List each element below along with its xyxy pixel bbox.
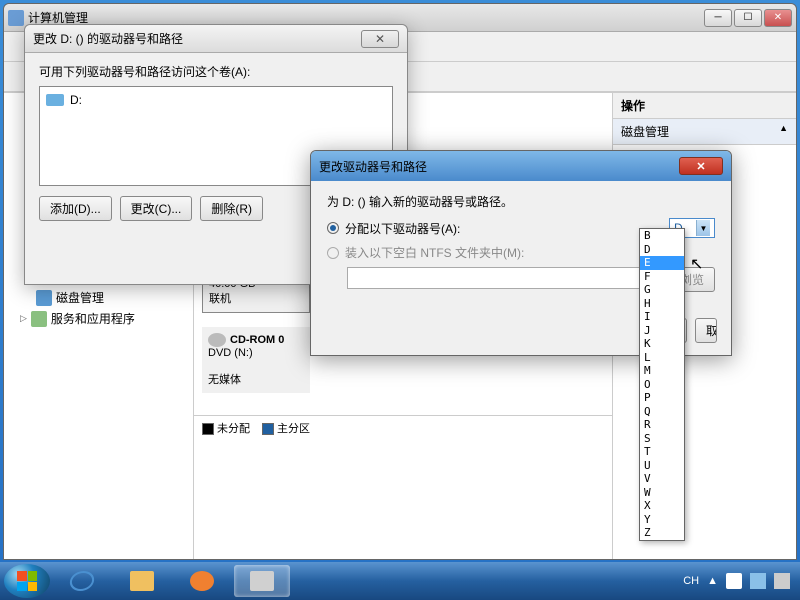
action-center-icon[interactable] (726, 573, 742, 589)
language-indicator[interactable]: CH (683, 575, 699, 587)
dropdown-option[interactable]: I (640, 310, 684, 324)
expand-icon[interactable]: ▷ (20, 313, 27, 324)
dialog1-close-button[interactable]: ✕ (361, 30, 399, 48)
dialog1-titlebar[interactable]: 更改 D: () 的驱动器号和路径 ✕ (25, 25, 407, 53)
disk-icon (36, 290, 52, 306)
cdrom-icon (208, 333, 226, 347)
radio-assign-letter[interactable] (327, 222, 339, 234)
dialog1-title: 更改 D: () 的驱动器号和路径 (33, 30, 361, 47)
maximize-button[interactable]: ☐ (734, 9, 762, 27)
dropdown-option[interactable]: S (640, 432, 684, 446)
dialog2-titlebar[interactable]: 更改驱动器号和路径 ✕ (311, 151, 731, 181)
legend: 未分配 主分区 (194, 415, 612, 440)
remove-button[interactable]: 删除(R) (200, 196, 263, 221)
dropdown-option[interactable]: Z (640, 526, 684, 540)
close-button[interactable]: ✕ (764, 9, 792, 27)
desktop: 计算机管理 ─ ☐ ✕ 磁盘管理 ▷ 服务和应用程序 (0, 0, 800, 600)
change-button[interactable]: 更改(C)... (120, 196, 193, 221)
computer-icon (250, 571, 274, 591)
radio1-label: 分配以下驱动器号(A): (345, 220, 460, 237)
taskbar-explorer[interactable] (114, 565, 170, 597)
folder-icon (130, 571, 154, 591)
taskbar[interactable]: CH ▲ (0, 562, 800, 600)
dropdown-option[interactable]: V (640, 472, 684, 486)
system-tray[interactable]: CH ▲ (683, 573, 796, 589)
taskbar-ie[interactable] (54, 565, 110, 597)
app-icon (8, 10, 24, 26)
mount-path-input (347, 267, 663, 289)
taskbar-compmgmt[interactable] (234, 565, 290, 597)
dialog2-title: 更改驱动器号和路径 (319, 158, 679, 175)
radio2-label: 装入以下空白 NTFS 文件夹中(M): (345, 244, 524, 261)
minimize-button[interactable]: ─ (704, 9, 732, 27)
list-item[interactable]: D: (44, 91, 388, 109)
dropdown-option[interactable]: T (640, 445, 684, 459)
dropdown-option[interactable]: M (640, 364, 684, 378)
taskbar-media[interactable] (174, 565, 230, 597)
dropdown-option[interactable]: U (640, 459, 684, 473)
dialog2-close-button[interactable]: ✕ (679, 157, 723, 175)
tree-label: 磁盘管理 (56, 289, 104, 306)
collapse-arrow-icon: ▲ (779, 123, 788, 140)
services-icon (31, 311, 47, 327)
dropdown-option[interactable]: D (640, 243, 684, 257)
dropdown-option[interactable]: Y (640, 513, 684, 527)
dialog1-prompt: 可用下列驱动器号和路径访问这个卷(A): (39, 63, 393, 80)
actions-section[interactable]: 磁盘管理 ▲ (613, 119, 796, 145)
chevron-down-icon[interactable]: ▼ (696, 220, 710, 236)
dialog2-cancel-button[interactable]: 取 (695, 318, 717, 343)
dropdown-option[interactable]: B (640, 229, 684, 243)
media-icon (190, 571, 214, 591)
dropdown-option[interactable]: Q (640, 405, 684, 419)
network-icon[interactable] (750, 573, 766, 589)
dropdown-option[interactable]: P (640, 391, 684, 405)
drive-letter-dropdown[interactable]: BDEFGHIJKLMOPQRSTUVWXYZ (639, 228, 685, 541)
tree-item-services[interactable]: ▷ 服务和应用程序 (10, 308, 187, 329)
dropdown-option[interactable]: F (640, 270, 684, 284)
dropdown-option[interactable]: L (640, 351, 684, 365)
radio-mount-folder[interactable] (327, 247, 339, 259)
tree-label: 服务和应用程序 (51, 310, 135, 327)
dialog2-prompt: 为 D: () 输入新的驱动器号或路径。 (327, 193, 715, 210)
dropdown-option[interactable]: J (640, 324, 684, 338)
dropdown-option[interactable]: H (640, 297, 684, 311)
dropdown-option[interactable]: E (640, 256, 684, 270)
legend-swatch-primary (262, 423, 274, 435)
legend-swatch-unalloc (202, 423, 214, 435)
dropdown-option[interactable]: W (640, 486, 684, 500)
cdrom-header[interactable]: CD-ROM 0 DVD (N:) 无媒体 (202, 327, 310, 393)
start-button[interactable] (4, 564, 50, 598)
actions-header: 操作 (613, 93, 796, 119)
add-button[interactable]: 添加(D)... (39, 196, 112, 221)
volume-icon[interactable] (774, 573, 790, 589)
dropdown-option[interactable]: K (640, 337, 684, 351)
dropdown-option[interactable]: O (640, 378, 684, 392)
windows-logo-icon (17, 571, 37, 591)
ie-icon (68, 571, 96, 591)
dropdown-option[interactable]: G (640, 283, 684, 297)
tray-expand-icon[interactable]: ▲ (707, 575, 718, 587)
dropdown-option[interactable]: R (640, 418, 684, 432)
tree-item-disk-mgmt[interactable]: 磁盘管理 (10, 287, 187, 308)
dropdown-option[interactable]: X (640, 499, 684, 513)
drive-icon (46, 94, 64, 106)
